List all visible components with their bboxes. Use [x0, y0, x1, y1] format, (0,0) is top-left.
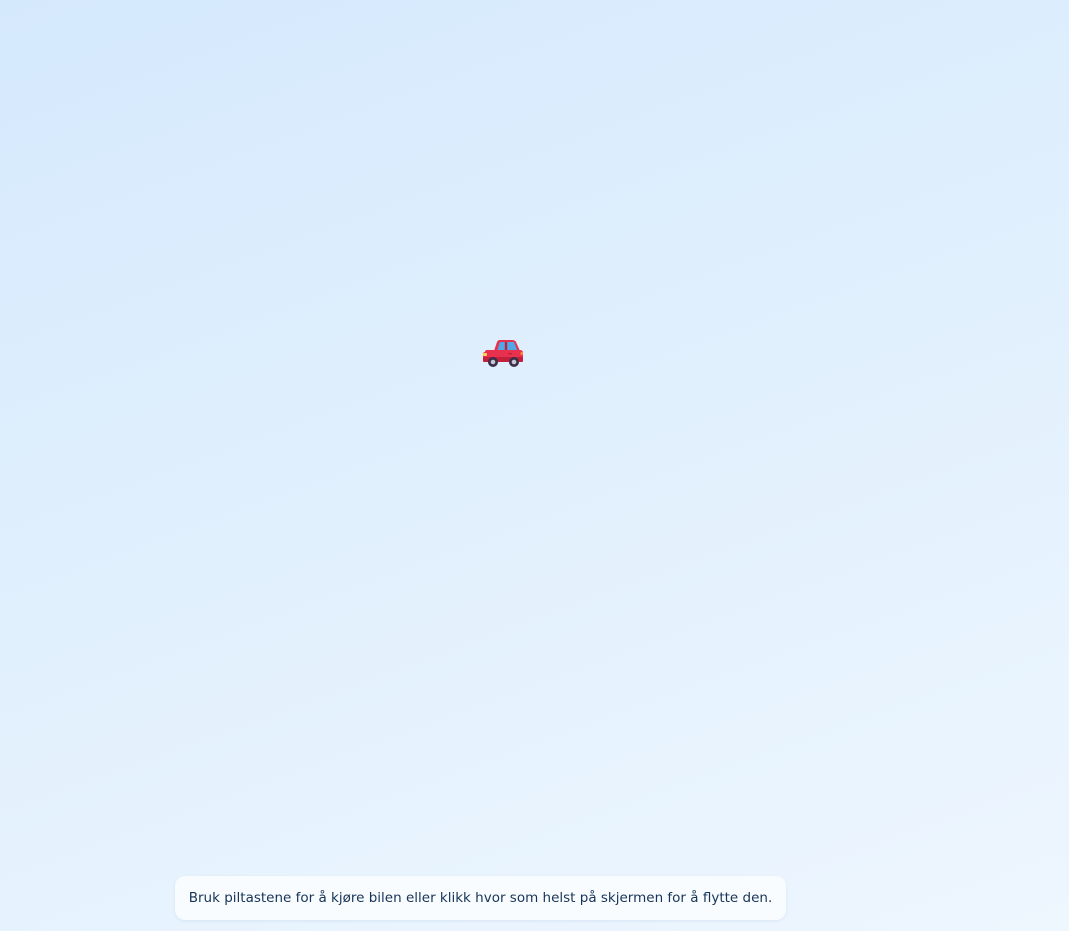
red-car-icon [483, 340, 523, 367]
instructions-hint: Bruk piltastene for å kjøre bilen eller … [175, 876, 786, 920]
player-car[interactable] [482, 338, 524, 368]
instructions-text: Bruk piltastene for å kjøre bilen eller … [188, 890, 773, 906]
play-area[interactable] [0, 0, 1069, 931]
